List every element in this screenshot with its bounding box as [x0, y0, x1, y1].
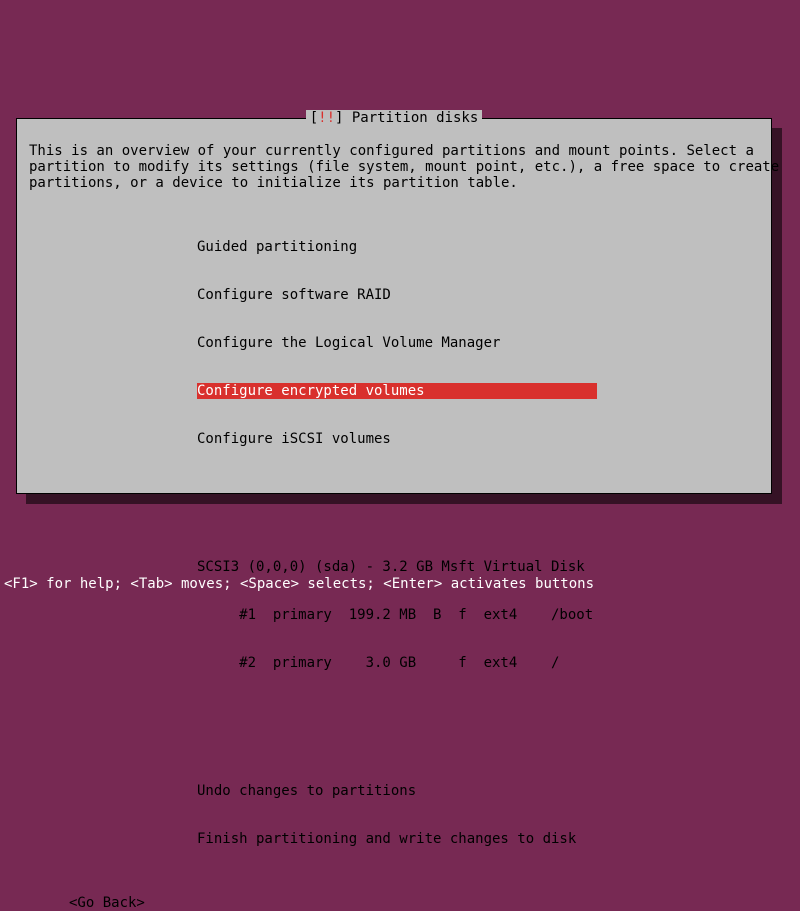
help-footer: <F1> for help; <Tab> moves; <Space> sele… [0, 576, 800, 592]
title-bang: !! [318, 110, 335, 126]
menu-undo-changes[interactable]: Undo changes to partitions [29, 783, 759, 799]
title-text: Partition disks [352, 110, 478, 126]
menu-configure-lvm[interactable]: Configure the Logical Volume Manager [29, 335, 759, 351]
menu-configure-raid[interactable]: Configure software RAID [29, 287, 759, 303]
disk-header-sda[interactable]: SCSI3 (0,0,0) (sda) - 3.2 GB Msft Virtua… [29, 559, 759, 575]
partition-row-2[interactable]: #2 primary 3.0 GB f ext4 / [29, 655, 759, 671]
dialog-title: [!!] Partition disks [306, 110, 483, 126]
menu-finish-partitioning[interactable]: Finish partitioning and write changes to… [29, 831, 759, 847]
menu-spacer [29, 495, 759, 511]
menu-configure-encrypted[interactable]: Configure encrypted volumes [29, 383, 759, 399]
title-bracket-open: [ [310, 110, 318, 126]
partition-menu: Guided partitioning Configure software R… [29, 207, 759, 879]
dialog-title-wrap: [!!] Partition disks [17, 110, 771, 126]
partition-row-1[interactable]: #1 primary 199.2 MB B f ext4 /boot [29, 607, 759, 623]
dialog-description: This is an overview of your currently co… [29, 143, 759, 191]
partition-dialog: [!!] Partition disks This is an overview… [16, 118, 772, 494]
title-bracket-close: ] [335, 110, 352, 126]
menu-configure-iscsi[interactable]: Configure iSCSI volumes [29, 431, 759, 447]
go-back-button[interactable]: <Go Back> [29, 895, 759, 911]
menu-guided-partitioning[interactable]: Guided partitioning [29, 239, 759, 255]
menu-spacer-2 [29, 719, 759, 735]
